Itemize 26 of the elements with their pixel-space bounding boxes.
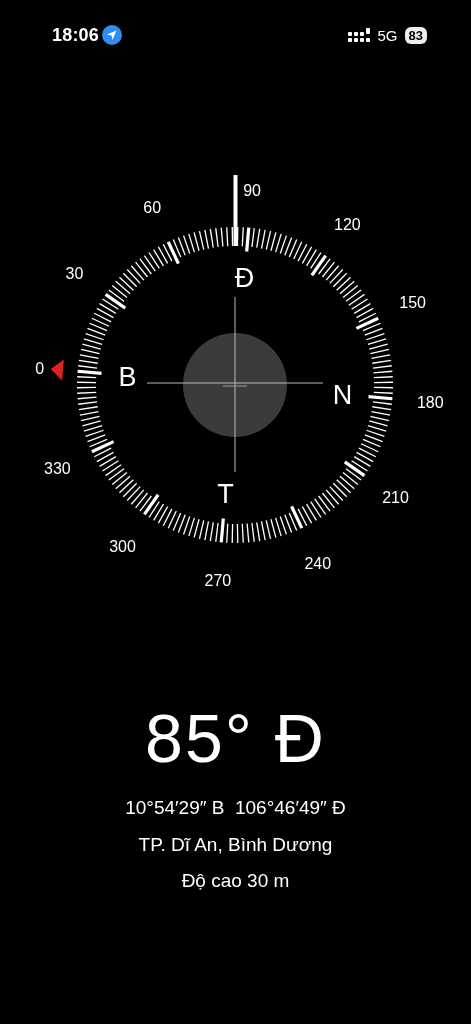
heading-marker [233,175,238,246]
cardinal-letter: Đ [234,263,255,294]
cardinal-letter: N [332,380,353,411]
degree-label: 180 [416,394,444,412]
battery-indicator: 83 [404,26,427,44]
location-text: TP. Dĩ An, Bình Dương [138,833,333,857]
altitude-text: Độ cao 30 m [181,869,290,893]
degree-label: 300 [109,537,136,555]
north-pointer-icon [50,359,64,381]
degree-label: 330 [44,459,71,477]
degree-label: 60 [143,199,162,217]
signal-icon [347,27,371,43]
cardinal-letter: T [217,478,234,509]
degree-label: 150 [399,294,426,312]
degree-label: 270 [204,572,232,590]
degree-label: 240 [304,554,332,572]
clock-time: 18:06 [52,24,100,46]
degree-label: 120 [334,216,361,234]
heading-reading: 85° Đ [145,699,326,778]
degree-label: 90 [243,181,261,199]
degree-label: 210 [382,489,409,507]
coordinates-text: 10°54′29″ B 106°46′49″ Đ [125,796,346,820]
network-type: 5G [377,26,398,44]
degree-label: 30 [65,264,84,282]
degree-label: 0 [35,359,45,377]
cardinal-letter: B [118,361,137,392]
